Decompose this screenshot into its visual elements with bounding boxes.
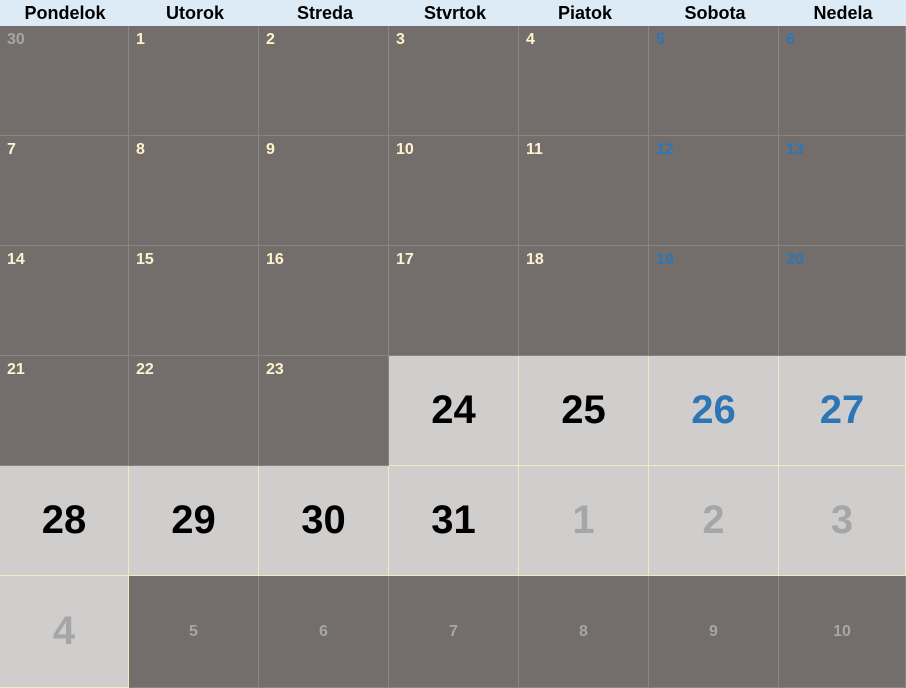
day-number: 9 (266, 141, 275, 158)
day-number: 8 (136, 141, 145, 158)
day-number: 26 (691, 388, 736, 432)
day-number: 29 (171, 498, 216, 542)
day-cell[interactable]: 13 (779, 136, 906, 246)
day-cell[interactable]: 5 (129, 576, 259, 688)
weekday-saturday: Sobota (684, 3, 746, 23)
day-cell[interactable]: 5 (649, 26, 779, 136)
day-cell[interactable]: 23 (259, 356, 389, 466)
day-cell[interactable]: 7 (0, 136, 129, 246)
weekday-monday: Pondelok (24, 3, 106, 23)
day-number: 18 (526, 251, 544, 268)
day-number: 2 (702, 498, 725, 542)
day-cell[interactable]: 27 (779, 356, 906, 466)
day-number: 10 (833, 622, 851, 640)
day-cell[interactable]: 31 (389, 466, 519, 576)
weekday-thursday: Stvrtok (423, 3, 486, 23)
weekday-sunday: Nedela (813, 3, 873, 23)
day-cell[interactable]: 11 (519, 136, 649, 246)
day-number: 30 (301, 498, 346, 542)
day-cell[interactable]: 25 (519, 356, 649, 466)
day-number: 4 (52, 609, 76, 653)
day-number: 1 (136, 31, 145, 48)
day-number: 24 (431, 388, 476, 432)
day-cell[interactable]: 7 (389, 576, 519, 688)
day-number: 23 (266, 361, 284, 378)
day-number: 1 (572, 498, 595, 542)
day-number: 28 (41, 498, 87, 542)
day-number: 6 (786, 31, 795, 48)
day-cell[interactable]: 26 (649, 356, 779, 466)
calendar: Pondelok Utorok Streda Stvrtok Piatok So… (0, 0, 906, 688)
day-number: 5 (656, 31, 665, 48)
day-cell[interactable]: 4 (519, 26, 649, 136)
day-number: 8 (579, 622, 588, 640)
day-number: 16 (266, 251, 284, 268)
day-cell[interactable]: 28 (0, 466, 129, 576)
day-cell[interactable]: 6 (779, 26, 906, 136)
day-number: 11 (526, 141, 543, 158)
day-number: 30 (7, 31, 25, 48)
day-number: 31 (431, 498, 476, 542)
weekday-tuesday: Utorok (166, 3, 224, 23)
day-cell[interactable]: 20 (779, 246, 906, 356)
day-number: 9 (709, 622, 718, 640)
day-number: 10 (396, 141, 414, 158)
day-number: 7 (449, 622, 458, 640)
day-cell[interactable]: 1 (519, 466, 649, 576)
day-cell[interactable]: 17 (389, 246, 519, 356)
day-cell[interactable]: 21 (0, 356, 129, 466)
day-number: 22 (136, 361, 154, 378)
day-number: 7 (7, 141, 16, 158)
day-cell[interactable]: 9 (649, 576, 779, 688)
day-cell[interactable]: 16 (259, 246, 389, 356)
day-number: 6 (319, 622, 328, 640)
day-cell[interactable]: 19 (649, 246, 779, 356)
day-cell[interactable]: 24 (389, 356, 519, 466)
day-number: 27 (819, 388, 865, 432)
day-number: 2 (266, 31, 275, 48)
day-cell[interactable]: 1 (129, 26, 259, 136)
day-cell[interactable]: 14 (0, 246, 129, 356)
day-cell[interactable]: 4 (0, 576, 129, 688)
day-cell[interactable]: 30 (259, 466, 389, 576)
day-number: 19 (656, 251, 674, 268)
day-cell[interactable]: 8 (129, 136, 259, 246)
weekday-wednesday: Streda (296, 3, 354, 23)
day-number: 4 (526, 31, 535, 48)
day-cell[interactable]: 8 (519, 576, 649, 688)
day-number: 20 (786, 251, 804, 268)
day-grid: 30 1 2 3 4 5 6 7 8 9 10 11 12 13 14 15 16 17 18 19 20 21 22 23 2… (0, 26, 906, 688)
day-cell[interactable]: 30 (0, 26, 129, 136)
day-number: 5 (189, 622, 198, 640)
day-cell[interactable]: 10 (779, 576, 906, 688)
day-cell[interactable]: 9 (259, 136, 389, 246)
day-cell[interactable]: 12 (649, 136, 779, 246)
day-cell[interactable]: 6 (259, 576, 389, 688)
day-number: 3 (396, 31, 405, 48)
day-number: 17 (396, 251, 414, 268)
day-number: 25 (561, 388, 606, 432)
day-number: 12 (656, 141, 674, 158)
day-number: 3 (830, 498, 854, 542)
day-cell[interactable]: 22 (129, 356, 259, 466)
day-cell[interactable]: 10 (389, 136, 519, 246)
day-cell[interactable]: 18 (519, 246, 649, 356)
day-number: 15 (136, 251, 154, 268)
day-cell[interactable]: 2 (649, 466, 779, 576)
day-cell[interactable]: 3 (389, 26, 519, 136)
day-cell[interactable]: 2 (259, 26, 389, 136)
day-number: 14 (7, 251, 25, 268)
day-number: 13 (786, 141, 804, 158)
day-cell[interactable]: 3 (779, 466, 906, 576)
weekday-friday: Piatok (557, 3, 613, 23)
day-number: 21 (7, 361, 25, 378)
day-cell[interactable]: 15 (129, 246, 259, 356)
day-cell[interactable]: 29 (129, 466, 259, 576)
weekday-header: Pondelok Utorok Streda Stvrtok Piatok So… (0, 0, 906, 26)
